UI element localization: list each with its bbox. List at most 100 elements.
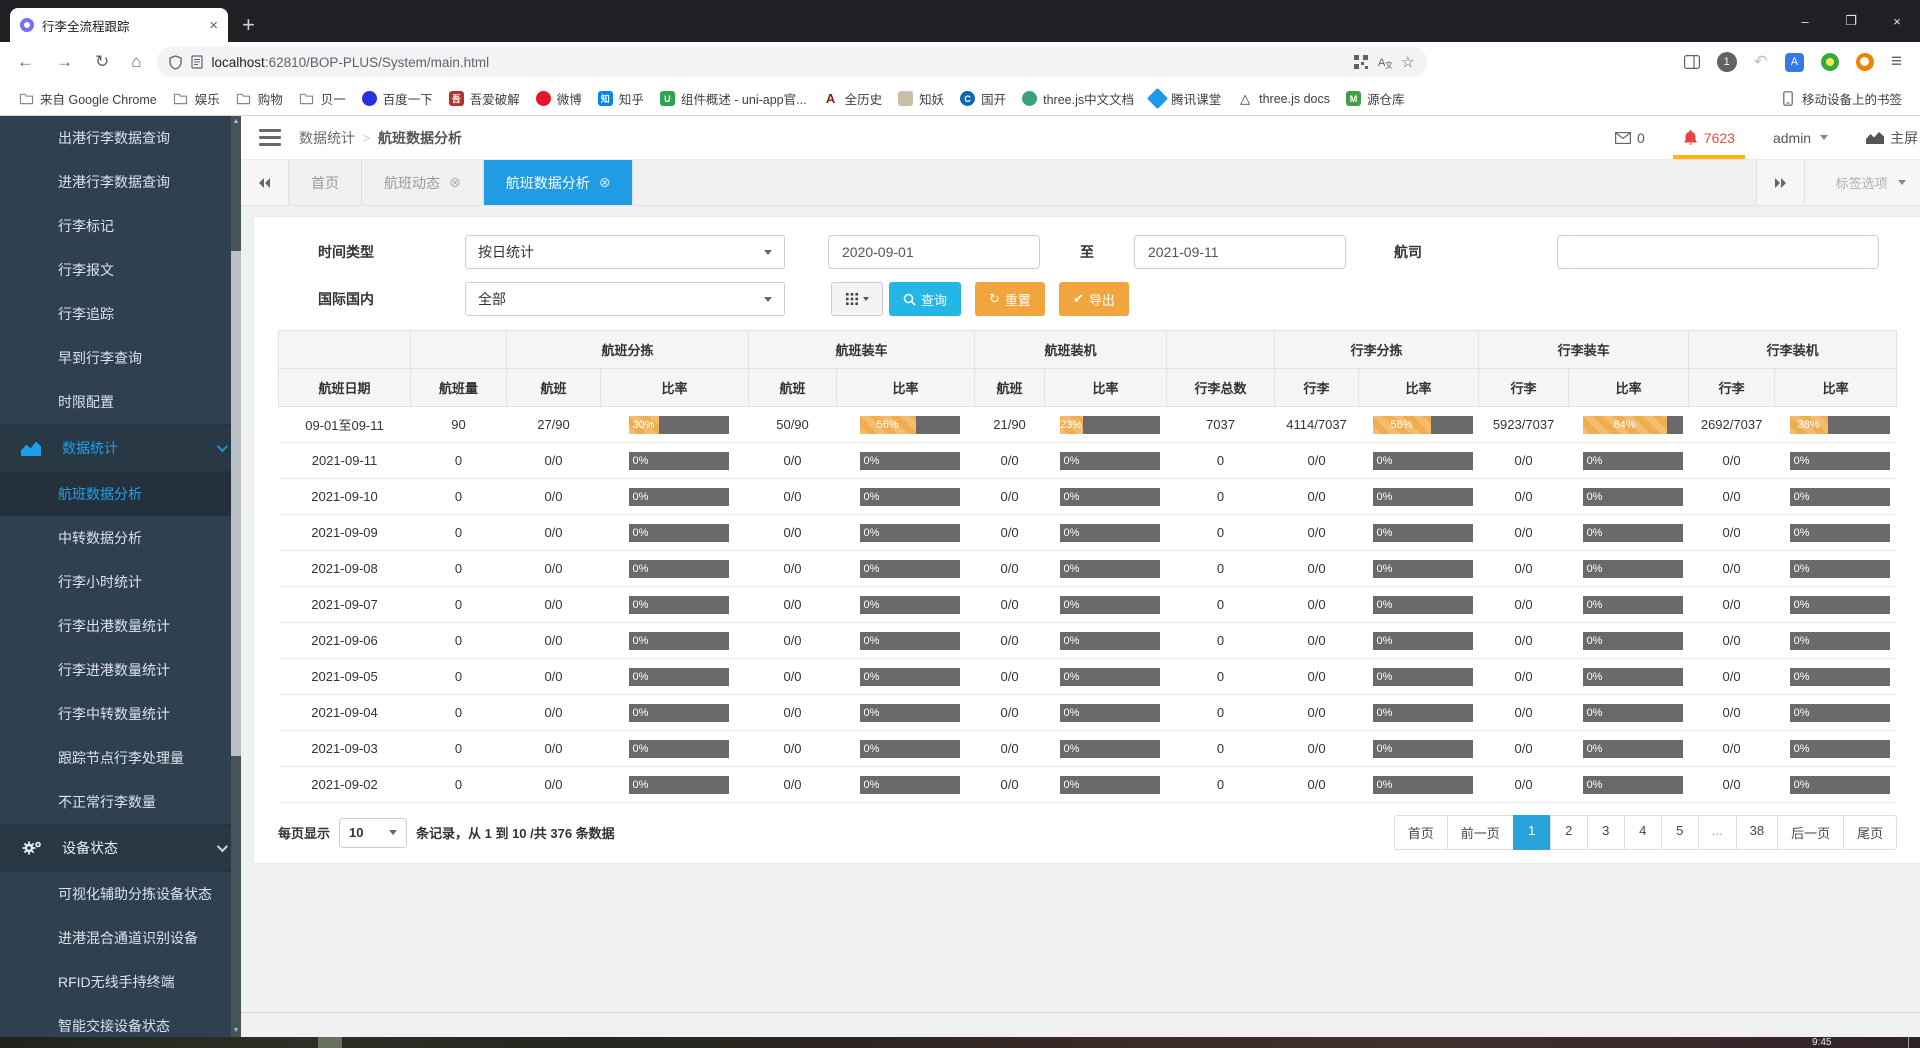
back-icon[interactable]: ← — [6, 52, 45, 72]
per-page-select[interactable]: 10 — [339, 818, 407, 848]
sidebar-item-baggage-arrive-count[interactable]: 行李进港数量统计 — [0, 648, 241, 692]
bookmark-item[interactable]: three.js中文文档 — [1014, 85, 1142, 112]
bookmark-item[interactable]: A全历史 — [815, 85, 891, 112]
page-button[interactable]: 38 — [1736, 815, 1778, 850]
sidebar-item-node-baggage-volume[interactable]: 跟踪节点行李处理量 — [0, 736, 241, 780]
refresh-icon[interactable]: ↻ — [84, 52, 120, 72]
sidebar-item-depart-baggage-query[interactable]: 出港行李数据查询 — [0, 116, 241, 160]
bookmark-item[interactable]: 吾吾爱破解 — [441, 85, 528, 112]
qr-code-icon[interactable] — [1354, 55, 1368, 69]
page-button[interactable]: 2 — [1550, 815, 1588, 850]
bookmark-item[interactable]: 腾讯课堂 — [1142, 85, 1229, 112]
query-button[interactable]: 查询 — [889, 282, 961, 316]
export-button[interactable]: ✔ 导出 — [1059, 282, 1129, 316]
page-button[interactable]: ... — [1698, 815, 1737, 850]
sidebar-item-rfid-handheld[interactable]: RFID无线手持终端 — [0, 960, 241, 1004]
sidebar-item-time-limit-config[interactable]: 时限配置 — [0, 380, 241, 424]
bookmark-item[interactable]: 购物 — [228, 85, 291, 112]
split-screen-icon[interactable] — [1684, 55, 1700, 69]
columns-button[interactable] — [831, 282, 883, 316]
sidebar-section-data-statistics[interactable]: 数据统计 — [0, 424, 241, 472]
bookmark-item[interactable]: 来自 Google Chrome — [10, 85, 165, 112]
bookmark-item[interactable]: △three.js docs — [1229, 87, 1338, 111]
bookmark-mobile-folder[interactable]: 移动设备上的书签 — [1772, 85, 1910, 112]
bookmark-item[interactable]: 贝一 — [291, 85, 354, 112]
sidebar-item-transfer-data-analysis[interactable]: 中转数据分析 — [0, 516, 241, 560]
tabs-scroll-left-button[interactable] — [241, 160, 289, 205]
breadcrumb-root[interactable]: 数据统计 — [299, 128, 355, 148]
page-tab[interactable]: 首页 — [289, 160, 362, 205]
page-button[interactable]: 1 — [1513, 815, 1551, 850]
translate-extension-icon[interactable]: A — [1785, 53, 1804, 72]
maximize-icon[interactable]: ❐ — [1828, 0, 1874, 42]
page-icon[interactable] — [191, 55, 203, 69]
browser-menu-icon[interactable]: ≡ — [1891, 51, 1902, 73]
minimize-icon[interactable]: – — [1782, 0, 1828, 42]
sidebar-item-baggage-mark[interactable]: 行李标记 — [0, 204, 241, 248]
bookmark-item[interactable]: 知妖 — [890, 85, 952, 112]
bookmark-item[interactable]: C国开 — [952, 85, 1014, 112]
tab-close-icon[interactable]: ⊗ — [449, 174, 461, 191]
sidebar-item-early-baggage-query[interactable]: 早到行李查询 — [0, 336, 241, 380]
sidebar-item-baggage-depart-count[interactable]: 行李出港数量统计 — [0, 604, 241, 648]
shield-icon[interactable] — [169, 55, 182, 70]
page-button[interactable]: 首页 — [1394, 815, 1448, 850]
sidebar-item-arrival-mixed-channel-device[interactable]: 进港混合通道识别设备 — [0, 916, 241, 960]
bookmark-item[interactable]: U组件概述 - uni-app官... — [652, 85, 815, 112]
sidebar-item-abnormal-baggage-count[interactable]: 不正常行李数量 — [0, 780, 241, 824]
green-extension-icon[interactable] — [1821, 53, 1839, 71]
sidebar-item-baggage-hour-stats[interactable]: 行李小时统计 — [0, 560, 241, 604]
menu-toggle-button[interactable] — [259, 129, 281, 146]
sidebar-item-baggage-message[interactable]: 行李报文 — [0, 248, 241, 292]
user-menu[interactable]: admin — [1773, 116, 1828, 159]
home-icon[interactable]: ⌂ — [120, 52, 152, 72]
scope-select[interactable]: 全部 — [465, 282, 785, 316]
sidebar-section-device-status[interactable]: 设备状态 — [0, 824, 241, 872]
tab-close-icon[interactable]: ⊗ — [599, 174, 611, 191]
alerts-button[interactable]: 7623 — [1683, 116, 1735, 159]
sidebar-item-baggage-transfer-count[interactable]: 行李中转数量统计 — [0, 692, 241, 736]
page-button[interactable]: 4 — [1624, 815, 1662, 850]
scroll-down-icon[interactable]: ▼ — [231, 1025, 241, 1037]
page-button[interactable]: 前一页 — [1447, 815, 1514, 850]
airline-input[interactable] — [1557, 235, 1879, 269]
messages-button[interactable]: 0 — [1615, 116, 1645, 159]
bookmark-item[interactable]: 娱乐 — [165, 85, 228, 112]
browser-tab[interactable]: 行李全流程跟踪 × — [10, 8, 228, 42]
bookmark-item[interactable]: 百度一下 — [354, 85, 441, 112]
orange-extension-icon[interactable] — [1856, 53, 1874, 71]
bookmark-item[interactable]: 微博 — [528, 85, 590, 112]
sidebar-item-baggage-trace[interactable]: 行李追踪 — [0, 292, 241, 336]
page-button[interactable]: 后一页 — [1777, 815, 1844, 850]
page-tab[interactable]: 航班动态⊗ — [362, 160, 484, 205]
close-icon[interactable]: × — [1874, 0, 1920, 42]
tabs-scroll-right-button[interactable] — [1756, 160, 1804, 205]
bookmark-item[interactable]: M源仓库 — [1338, 85, 1413, 112]
sidebar-item-arrive-baggage-query[interactable]: 进港行李数据查询 — [0, 160, 241, 204]
scrollbar-thumb[interactable] — [231, 251, 241, 756]
page-button[interactable]: 尾页 — [1843, 815, 1897, 850]
new-tab-button[interactable]: + — [242, 14, 255, 36]
time-type-select[interactable]: 按日统计 — [465, 235, 785, 269]
translate-icon[interactable]: A文 — [1377, 55, 1392, 69]
page-button[interactable]: 5 — [1661, 815, 1699, 850]
tab-options-dropdown[interactable]: 标签选项 — [1804, 160, 1920, 205]
page-button[interactable]: 3 — [1587, 815, 1625, 850]
url-bar[interactable]: localhost:62810/BOP-PLUS/System/main.htm… — [157, 47, 1427, 77]
sidebar-scrollbar[interactable]: ▲ ▼ — [231, 116, 241, 1037]
sidebar-item-visual-sorting-device-status[interactable]: 可视化辅助分拣设备状态 — [0, 872, 241, 916]
main-screen-button[interactable]: 主屏 — [1866, 116, 1918, 159]
reset-button[interactable]: ↻ 重置 — [975, 282, 1045, 316]
undo-icon[interactable]: ↶ — [1754, 52, 1768, 72]
date-to-input[interactable] — [1134, 235, 1346, 269]
bookmark-item[interactable]: 知知乎 — [590, 85, 652, 112]
scroll-up-icon[interactable]: ▲ — [231, 116, 241, 128]
date-from-input[interactable] — [828, 235, 1040, 269]
extension-badge[interactable]: 1 — [1717, 52, 1737, 72]
tab-close-icon[interactable]: × — [209, 17, 218, 34]
bookmark-star-icon[interactable]: ☆ — [1401, 53, 1414, 71]
forward-icon[interactable]: → — [45, 52, 84, 72]
sidebar-item-flight-data-analysis[interactable]: 航班数据分析 — [0, 472, 241, 516]
page-tab[interactable]: 航班数据分析⊗ — [484, 160, 634, 205]
url-text[interactable]: localhost:62810/BOP-PLUS/System/main.htm… — [212, 55, 1346, 70]
